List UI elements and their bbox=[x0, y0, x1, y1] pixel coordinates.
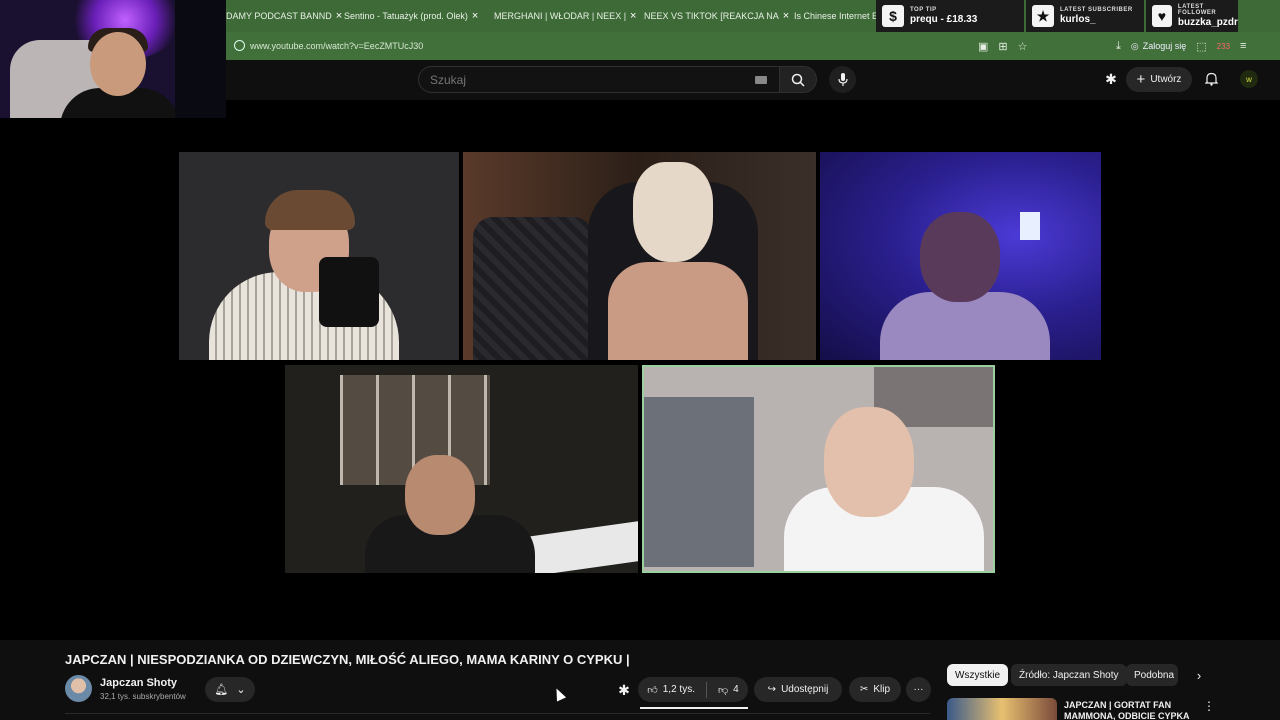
video-call-tile-4 bbox=[285, 365, 638, 573]
more-vertical-icon[interactable]: ⋮ bbox=[1203, 699, 1215, 713]
latest-subscriber-value: kurlos_ bbox=[1060, 14, 1096, 25]
tab-label: NEEX VS TIKTOK [REAKCJA NA bbox=[644, 11, 779, 21]
studio-icon[interactable]: ✱ bbox=[1102, 70, 1120, 88]
picture-in-picture-icon[interactable]: ▣ bbox=[978, 40, 988, 53]
video-call-tile-5 bbox=[642, 365, 995, 573]
plus-icon: + bbox=[1136, 71, 1146, 88]
streamer-webcam bbox=[0, 0, 226, 118]
search-icon bbox=[791, 73, 805, 87]
bell-icon: 🔔︎ bbox=[214, 684, 229, 696]
thumbs-down-icon: 👎︎ bbox=[717, 684, 729, 696]
close-tab-icon[interactable]: × bbox=[630, 10, 636, 22]
share-button[interactable]: ↪ Udostępnij bbox=[754, 677, 842, 702]
install-app-icon[interactable]: ⊞ bbox=[998, 40, 1007, 53]
close-tab-icon[interactable]: × bbox=[472, 10, 478, 22]
browser-tab[interactable]: Is Chinese Internet Ev bbox=[788, 0, 878, 32]
notifications-bell-icon[interactable] bbox=[1202, 70, 1220, 88]
search-button[interactable] bbox=[779, 66, 817, 93]
like-dislike-group: 👍︎ 1,2 tys. 👎︎ 4 bbox=[638, 677, 748, 702]
keyboard-icon[interactable] bbox=[755, 76, 767, 84]
subscriber-count: 32,1 tys. subskrybentów bbox=[100, 692, 186, 701]
subscription-notifications-button[interactable]: 🔔︎ ⌄ bbox=[205, 677, 255, 702]
scissors-icon: ✂ bbox=[859, 684, 869, 695]
profile-icon: ◎ bbox=[1130, 40, 1139, 51]
search-input[interactable] bbox=[430, 72, 730, 87]
more-actions-button[interactable]: ··· bbox=[906, 677, 931, 702]
more-horizontal-icon: ··· bbox=[913, 684, 924, 695]
browser-toolbar: ⤓ ◎ Zaloguj się ⬚ 233 ≡ bbox=[1116, 32, 1246, 60]
tab-label: DAMY PODCAST BANND bbox=[226, 11, 332, 21]
divider bbox=[705, 681, 707, 698]
browser-tab[interactable]: DAMY PODCAST BANND × bbox=[226, 0, 342, 32]
video-call-tile-3 bbox=[820, 152, 1101, 360]
star-icon: ★ bbox=[1032, 5, 1054, 27]
url-text[interactable]: www.youtube.com/watch?v=EecZMTUcJ30 bbox=[250, 41, 423, 51]
search-box[interactable] bbox=[418, 66, 780, 93]
video-call-tile-2 bbox=[463, 152, 816, 360]
microphone-icon bbox=[837, 72, 848, 86]
menu-icon[interactable]: ≡ bbox=[1240, 40, 1246, 52]
channel-avatar[interactable] bbox=[65, 675, 92, 702]
latest-follower-widget: ♥ LATEST FOLLOWER buzzka_pzdr bbox=[1146, 0, 1238, 32]
studio-sparkle-icon[interactable]: ✱ bbox=[616, 682, 632, 698]
login-label: Zaloguj się bbox=[1142, 41, 1187, 51]
clip-label: Klip bbox=[873, 684, 891, 695]
recommended-video-thumbnail[interactable] bbox=[947, 698, 1057, 720]
extensions-icon[interactable]: ⬚ bbox=[1196, 40, 1206, 53]
recommended-video-title[interactable]: JAPCZAN | GORTAT FAN MAMMONA, ODBICIE CY… bbox=[1064, 700, 1194, 720]
login-button[interactable]: ◎ Zaloguj się bbox=[1131, 41, 1186, 52]
video-call-tile-1 bbox=[179, 152, 459, 360]
top-tip-widget: $ TOP TIP prequ - £18.33 bbox=[876, 0, 1024, 32]
heart-icon: ♥ bbox=[1152, 5, 1172, 27]
share-icon: ↪ bbox=[767, 684, 777, 695]
extension-badge[interactable]: 233 bbox=[1217, 42, 1230, 51]
top-tip-value: prequ - £18.33 bbox=[910, 14, 978, 25]
chip-related[interactable]: Podobna bbox=[1126, 664, 1178, 686]
browser-tab[interactable]: NEEX VS TIKTOK [REAKCJA NA × bbox=[638, 0, 789, 32]
download-icon[interactable]: ⤓ bbox=[1116, 40, 1121, 53]
browser-tab[interactable]: Sentino - Tatuażyk (prod. Olek) × bbox=[338, 0, 478, 32]
bookmark-star-icon[interactable]: ☆ bbox=[1018, 40, 1028, 53]
like-count: 1,2 tys. bbox=[662, 684, 695, 695]
create-button[interactable]: + Utwórz bbox=[1126, 67, 1192, 92]
browser-tab[interactable]: MERGHANI | WŁODAR | NEEX | × bbox=[488, 0, 636, 32]
voice-search-button[interactable] bbox=[829, 66, 856, 93]
thumbs-up-icon: 👍︎ bbox=[647, 684, 658, 696]
dislike-count: 4 bbox=[733, 684, 739, 695]
latest-subscriber-widget: ★ LATEST SUBSCRIBER kurlos_ bbox=[1026, 0, 1144, 32]
chevron-right-icon[interactable]: › bbox=[1190, 666, 1208, 684]
like-ratio-bar bbox=[640, 707, 748, 709]
dislike-button[interactable]: 👎︎ 4 bbox=[718, 684, 739, 696]
chip-from-channel[interactable]: Źródło: Japczan Shoty bbox=[1011, 664, 1127, 686]
channel-name[interactable]: Japczan Shoty bbox=[100, 677, 177, 689]
account-avatar[interactable]: w bbox=[1240, 70, 1258, 88]
latest-follower-label: LATEST FOLLOWER bbox=[1177, 4, 1217, 16]
latest-subscriber-label: LATEST SUBSCRIBER bbox=[1060, 7, 1133, 13]
chevron-down-icon: ⌄ bbox=[236, 684, 246, 696]
clip-button[interactable]: ✂ Klip bbox=[849, 677, 901, 702]
video-title: JAPCZAN | NIESPODZIANKA OD DZIEWCZYN, MI… bbox=[65, 652, 630, 667]
chip-all[interactable]: Wszystkie bbox=[947, 664, 1008, 686]
tab-label: Is Chinese Internet Ev bbox=[794, 11, 878, 21]
screen: DAMY PODCAST BANND × Sentino - Tatuażyk … bbox=[0, 0, 1280, 720]
like-button[interactable]: 👍︎ 1,2 tys. bbox=[647, 684, 695, 696]
latest-follower-value: buzzka_pzdr bbox=[1177, 17, 1238, 28]
money-bag-icon: $ bbox=[882, 5, 904, 27]
create-label: Utwórz bbox=[1150, 74, 1182, 85]
tab-label: Sentino - Tatuażyk (prod. Olek) bbox=[344, 11, 468, 21]
divider bbox=[65, 713, 930, 714]
tab-label: MERGHANI | WŁODAR | NEEX | bbox=[494, 11, 627, 21]
share-label: Udostępnij bbox=[781, 684, 829, 695]
site-info-icon[interactable] bbox=[234, 40, 245, 51]
top-tip-label: TOP TIP bbox=[910, 7, 937, 13]
address-bar-actions: ▣ ⊞ ☆ bbox=[978, 32, 1028, 60]
